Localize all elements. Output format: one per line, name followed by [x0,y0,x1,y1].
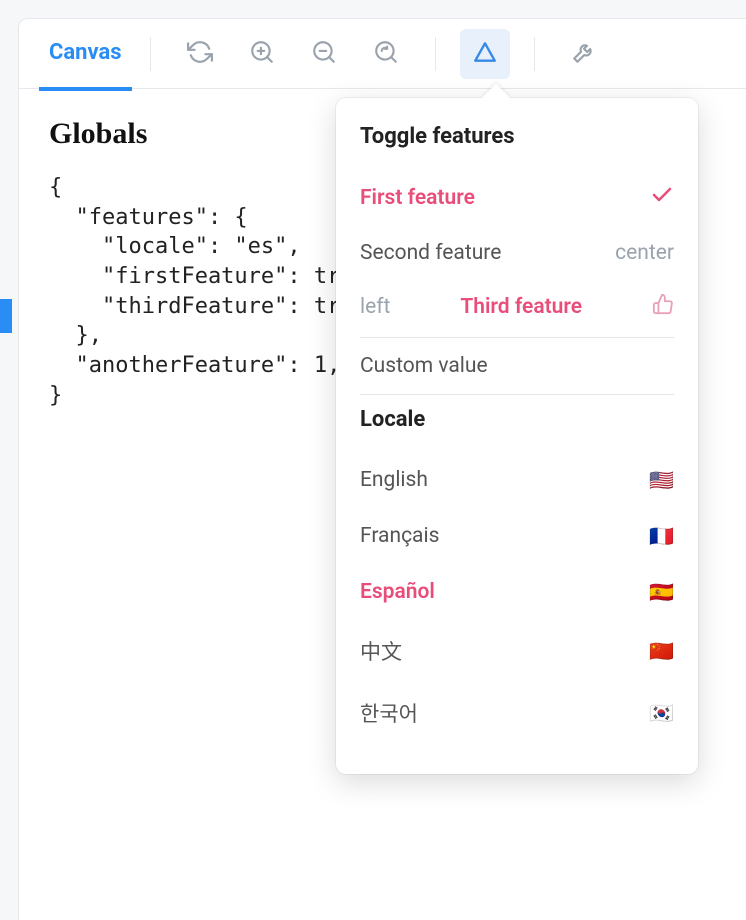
flag-icon: 🇫🇷 [649,524,674,548]
locale-label: Français [360,524,439,548]
locale-item-espanol[interactable]: Español 🇪🇸 [360,564,674,620]
zoom-in-icon [249,39,275,69]
locale-label: 한국어 [360,698,418,728]
zoom-out-icon [311,39,337,69]
check-icon [650,183,674,213]
separator [150,37,151,71]
flag-icon: 🇪🇸 [649,580,674,604]
feature-item-second[interactable]: Second feature center [360,227,674,279]
features-popover: Toggle features First feature Second fea… [336,98,698,774]
feature-label: Second feature [360,241,501,265]
wrench-icon [571,39,597,69]
locale-item-english[interactable]: English 🇺🇸 [360,452,674,508]
toggle-features-button[interactable] [460,29,510,79]
refresh-button[interactable] [175,29,225,79]
feature-item-first[interactable]: First feature [360,169,674,227]
feature-right-value: center [615,241,674,265]
selection-marker [0,299,12,333]
flag-icon: 🇨🇳 [649,639,674,663]
separator [435,37,436,71]
zoom-in-button[interactable] [237,29,287,79]
feature-item-custom[interactable]: Custom value [360,340,674,392]
features-section-title: Toggle features [360,124,674,149]
tab-canvas[interactable]: Canvas [39,18,132,91]
locale-label: 中文 [360,636,402,666]
toolbar: Canvas [19,19,746,89]
locale-label: English [360,468,428,492]
flag-icon: 🇰🇷 [649,701,674,725]
feature-left-value: left [360,295,390,319]
zoom-out-button[interactable] [299,29,349,79]
zoom-reset-button[interactable] [361,29,411,79]
feature-label: Third feature [460,295,582,319]
separator [534,37,535,71]
tools-button[interactable] [559,29,609,79]
locale-section-title: Locale [360,407,674,432]
locale-item-korean[interactable]: 한국어 🇰🇷 [360,682,674,744]
flag-icon: 🇺🇸 [649,468,674,492]
zoom-reset-icon [373,39,399,69]
divider [360,337,674,338]
locale-label: Español [360,580,435,604]
thumbs-up-icon [652,293,674,321]
feature-label: First feature [360,186,475,210]
triangle-icon [472,39,498,69]
locale-item-francais[interactable]: Français 🇫🇷 [360,508,674,564]
refresh-icon [187,39,213,69]
divider [360,394,674,395]
locale-item-chinese[interactable]: 中文 🇨🇳 [360,620,674,682]
feature-item-third[interactable]: left Third feature [360,279,674,335]
feature-label: Custom value [360,354,488,378]
